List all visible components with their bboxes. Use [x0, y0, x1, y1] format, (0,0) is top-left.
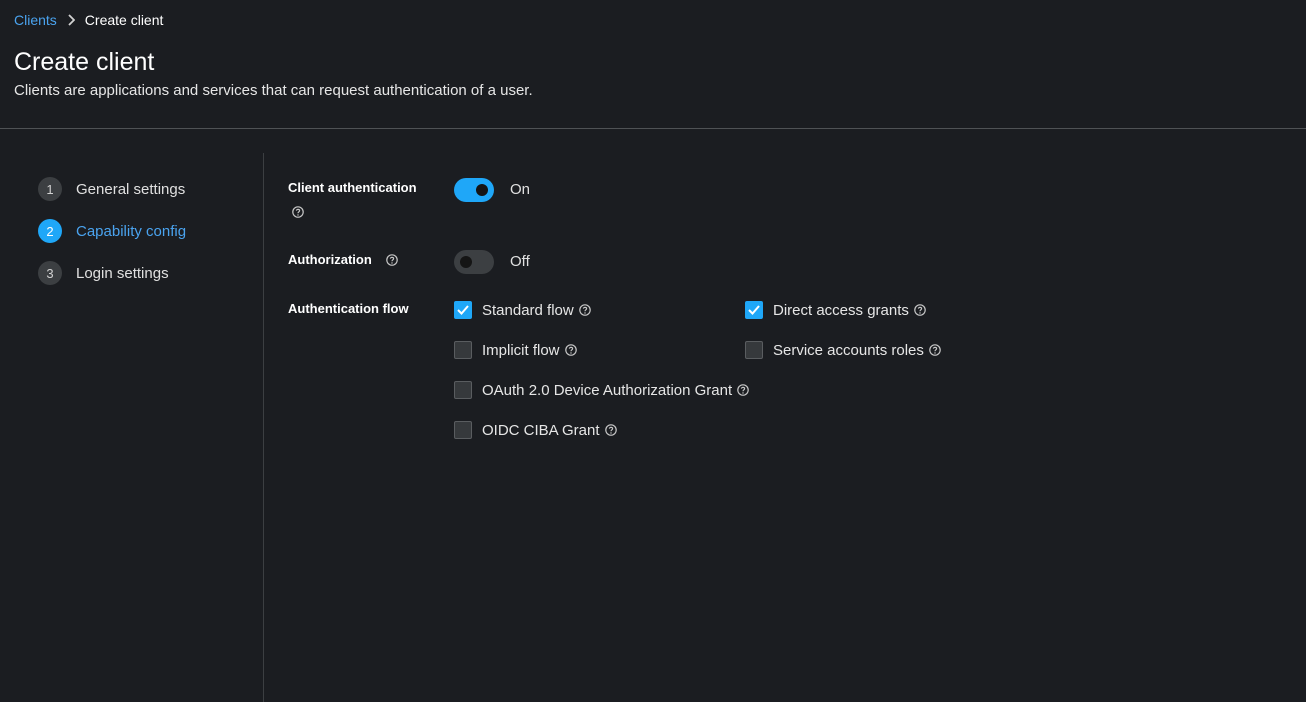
help-circle-icon[interactable]: [578, 304, 591, 316]
breadcrumb-link-clients[interactable]: Clients: [14, 12, 57, 28]
checkbox-label: OAuth 2.0 Device Authorization Grant: [482, 381, 733, 399]
help-circle-icon[interactable]: [564, 344, 577, 356]
step-label: General settings: [76, 180, 186, 198]
step-label: Login settings: [76, 264, 169, 282]
checkbox-label: OIDC CIBA Grant: [482, 421, 600, 439]
direct-access-grants-option: Direct access grants: [745, 300, 926, 320]
toggle-knob: [476, 184, 488, 196]
wizard-nav: 1 General settings 2 Capability config 3…: [38, 177, 186, 303]
page-title: Create client: [14, 48, 155, 76]
page-subtitle: Clients are applications and services th…: [14, 82, 533, 99]
toggle-knob: [460, 256, 472, 268]
authorization-state: Off: [510, 253, 530, 270]
client-authentication-label: Client authentication: [288, 180, 417, 195]
help-circle-icon[interactable]: [292, 206, 304, 218]
header-divider: [0, 128, 1306, 129]
standard-flow-option: Standard flow: [454, 300, 591, 320]
help-circle-icon[interactable]: [386, 254, 398, 266]
checkbox-label: Direct access grants: [773, 301, 909, 319]
checkbox-label: Standard flow: [482, 301, 574, 319]
step-label: Capability config: [76, 222, 187, 240]
help-circle-icon[interactable]: [929, 344, 941, 356]
help-circle-icon[interactable]: [914, 304, 926, 316]
wizard-divider: [263, 153, 264, 702]
authorization-toggle[interactable]: [454, 250, 494, 274]
checkbox-label: Implicit flow: [482, 341, 560, 359]
authentication-flow-label: Authentication flow: [288, 301, 409, 316]
chevron-right-icon: [67, 14, 75, 26]
service-accounts-roles-option: Service accounts roles: [745, 340, 941, 360]
authorization-label: Authorization: [288, 252, 372, 267]
step-number: 3: [38, 261, 62, 285]
help-circle-icon[interactable]: [737, 384, 749, 396]
wizard-step-login-settings[interactable]: 3 Login settings: [38, 261, 186, 285]
client-authentication-state: On: [510, 181, 531, 198]
step-number: 1: [38, 177, 62, 201]
check-icon: [457, 305, 469, 315]
client-authentication-toggle[interactable]: [454, 178, 494, 202]
breadcrumb-current: Create client: [84, 12, 164, 28]
implicit-flow-checkbox[interactable]: [454, 341, 472, 359]
wizard-step-capability-config[interactable]: 2 Capability config: [38, 219, 186, 243]
standard-flow-checkbox[interactable]: [454, 301, 472, 319]
check-icon: [748, 305, 760, 315]
direct-access-grants-checkbox[interactable]: [745, 301, 763, 319]
oauth-device-grant-option: OAuth 2.0 Device Authorization Grant: [454, 380, 749, 400]
oauth-device-grant-checkbox[interactable]: [454, 381, 472, 399]
wizard-step-general-settings[interactable]: 1 General settings: [38, 177, 186, 201]
help-circle-icon[interactable]: [604, 424, 617, 436]
oidc-ciba-grant-option: OIDC CIBA Grant: [454, 420, 617, 440]
step-number: 2: [38, 219, 62, 243]
service-accounts-roles-checkbox[interactable]: [745, 341, 763, 359]
breadcrumb: Clients Create client: [14, 12, 163, 28]
oidc-ciba-grant-checkbox[interactable]: [454, 421, 472, 439]
checkbox-label: Service accounts roles: [773, 341, 924, 359]
implicit-flow-option: Implicit flow: [454, 340, 577, 360]
